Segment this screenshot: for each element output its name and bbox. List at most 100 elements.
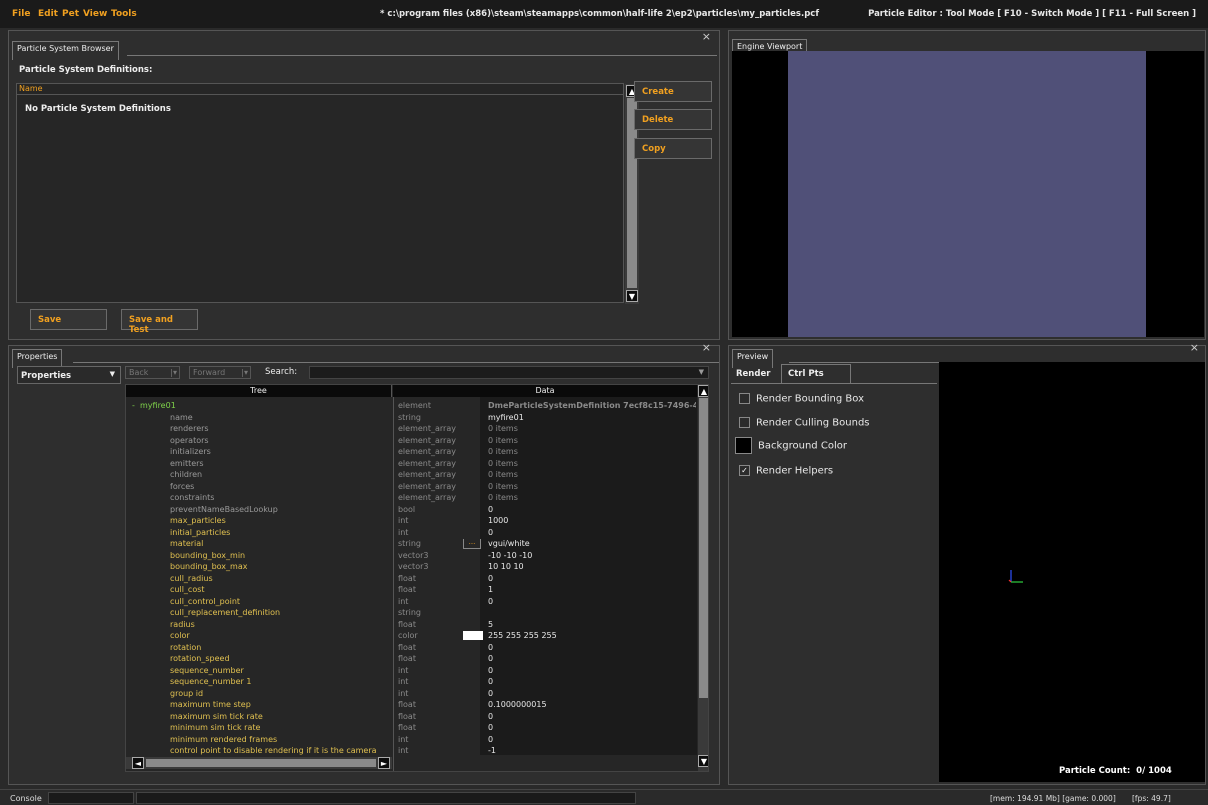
table-row[interactable]: max_particles int 1000 [126, 515, 698, 527]
table-row[interactable]: operators element_array 0 items [126, 435, 698, 447]
option-background-color[interactable]: Background Color [735, 437, 847, 454]
viewport-render-area[interactable] [788, 51, 1146, 337]
copy-button[interactable]: Copy [634, 138, 712, 159]
table-row[interactable]: sequence_number int 0 [126, 665, 698, 677]
properties-tree-table[interactable]: Tree Data - myfire01 element DmeParticleSys… [125, 384, 709, 772]
material-picker-button[interactable]: ... [463, 539, 481, 549]
option-render-bounding-box[interactable]: Render Bounding Box [739, 393, 864, 405]
console-selector[interactable] [48, 792, 134, 804]
property-value[interactable]: 0 items [488, 481, 518, 493]
table-row[interactable]: renderers element_array 0 items [126, 423, 698, 435]
menu-pet[interactable]: Pet [62, 9, 79, 19]
table-row[interactable]: cull_replacement_definition string [126, 607, 698, 619]
property-value[interactable]: 255 255 255 255 [488, 630, 557, 642]
property-value[interactable]: 10 10 10 [488, 561, 524, 573]
forward-button[interactable]: Forward |▾ [189, 366, 251, 379]
properties-dropdown[interactable]: Properties ▼ [17, 366, 121, 384]
property-value[interactable]: 0 [488, 722, 493, 734]
table-row[interactable]: color color 255 255 255 255 [126, 630, 698, 642]
property-value[interactable]: 0 items [488, 458, 518, 470]
table-row[interactable]: forces element_array 0 items [126, 481, 698, 493]
property-value[interactable]: 0 [488, 642, 493, 654]
property-value[interactable]: 0 [488, 734, 493, 746]
render-bounding-box-checkbox[interactable] [739, 393, 750, 404]
option-render-helpers[interactable]: ✓ Render Helpers [739, 465, 833, 477]
property-value[interactable]: 1000 [488, 515, 508, 527]
delete-button[interactable]: Delete [634, 109, 712, 130]
property-value[interactable]: 0 [488, 596, 493, 608]
menu-file[interactable]: File [12, 9, 30, 19]
menu-tools[interactable]: Tools [111, 9, 137, 19]
menu-edit[interactable]: Edit [38, 9, 58, 19]
property-value[interactable]: -10 -10 -10 [488, 550, 532, 562]
property-value[interactable]: 0 [488, 665, 493, 677]
console-input[interactable] [136, 792, 636, 804]
table-row[interactable]: cull_radius float 0 [126, 573, 698, 585]
subtab-ctrl-pts[interactable]: Ctrl Pts [781, 364, 851, 383]
table-row[interactable]: constraints element_array 0 items [126, 492, 698, 504]
property-value[interactable]: 0 items [488, 423, 518, 435]
tab-particle-system-browser[interactable]: Particle System Browser [12, 41, 119, 60]
subtab-render[interactable]: Render [733, 366, 773, 382]
property-value[interactable]: vgui/white [488, 538, 530, 550]
create-button[interactable]: Create [634, 81, 712, 102]
table-row[interactable]: minimum sim tick rate float 0 [126, 722, 698, 734]
search-input[interactable]: ▼ [309, 366, 709, 379]
property-value[interactable]: 0.1000000015 [488, 699, 547, 711]
table-row[interactable]: initial_particles int 0 [126, 527, 698, 539]
search-dropdown-icon[interactable]: ▼ [699, 368, 704, 376]
table-row[interactable]: cull_cost float 1 [126, 584, 698, 596]
table-row[interactable]: control point to disable rendering if it… [126, 745, 698, 757]
preview-close-icon[interactable]: × [1190, 341, 1199, 354]
definitions-list[interactable]: Name No Particle System Definitions ▲ ▼ [16, 83, 639, 304]
scroll-right-icon[interactable]: ► [378, 757, 390, 769]
property-value[interactable]: 1 [488, 584, 493, 596]
scroll-up-icon[interactable]: ▲ [698, 385, 708, 397]
property-value[interactable]: 0 items [488, 469, 518, 481]
browser-close-icon[interactable]: × [702, 30, 711, 43]
save-and-test-button[interactable]: Save and Test [121, 309, 198, 335]
table-row[interactable]: group id int 0 [126, 688, 698, 700]
property-value[interactable]: 0 [488, 527, 493, 539]
collapse-icon[interactable]: - [132, 400, 135, 412]
table-row[interactable]: initializers element_array 0 items [126, 446, 698, 458]
table-row[interactable]: bounding_box_max vector3 10 10 10 [126, 561, 698, 573]
properties-close-icon[interactable]: × [702, 341, 711, 354]
scroll-down-icon[interactable]: ▼ [626, 290, 638, 302]
property-value[interactable]: 0 items [488, 446, 518, 458]
preview-viewport[interactable]: Particle Count: 0/ 1004 [939, 362, 1205, 782]
table-row[interactable]: minimum rendered frames int 0 [126, 734, 698, 746]
table-row[interactable]: emitters element_array 0 items [126, 458, 698, 470]
engine-viewport[interactable] [732, 51, 1204, 337]
table-row[interactable]: name string myfire01 [126, 412, 698, 424]
property-value[interactable]: 0 items [488, 435, 518, 447]
table-row[interactable]: radius float 5 [126, 619, 698, 631]
option-render-culling-bounds[interactable]: Render Culling Bounds [739, 417, 870, 429]
column-header-name[interactable]: Name [17, 84, 623, 95]
menu-view[interactable]: View [83, 9, 107, 19]
property-value[interactable]: 0 [488, 711, 493, 723]
table-row[interactable]: sequence_number 1 int 0 [126, 676, 698, 688]
tree-vertical-scrollbar[interactable]: ▲ ▼ [698, 385, 708, 771]
table-row[interactable]: preventNameBasedLookup bool 0 [126, 504, 698, 516]
property-value[interactable]: 0 [488, 676, 493, 688]
table-row[interactable]: material string... vgui/white [126, 538, 698, 550]
table-row[interactable]: cull_control_point int 0 [126, 596, 698, 608]
vertical-scrollbar-thumb[interactable] [699, 398, 708, 698]
scroll-left-icon[interactable]: ◄ [132, 757, 144, 769]
column-header-tree[interactable]: Tree [126, 385, 392, 397]
property-value[interactable]: 0 [488, 653, 493, 665]
background-color-swatch[interactable] [735, 437, 752, 454]
table-row[interactable]: maximum sim tick rate float 0 [126, 711, 698, 723]
horizontal-scrollbar-thumb[interactable] [146, 759, 376, 767]
render-culling-bounds-checkbox[interactable] [739, 417, 750, 428]
property-value[interactable]: 0 [488, 573, 493, 585]
table-row[interactable]: bounding_box_min vector3 -10 -10 -10 [126, 550, 698, 562]
table-row[interactable]: - myfire01 element DmeParticleSystemDefinit… [126, 400, 698, 412]
table-row[interactable]: children element_array 0 items [126, 469, 698, 481]
save-button[interactable]: Save [30, 309, 107, 330]
property-value[interactable]: myfire01 [488, 412, 524, 424]
render-helpers-checkbox[interactable]: ✓ [739, 465, 750, 476]
back-button[interactable]: Back |▾ [125, 366, 180, 379]
property-value[interactable]: 5 [488, 619, 493, 631]
